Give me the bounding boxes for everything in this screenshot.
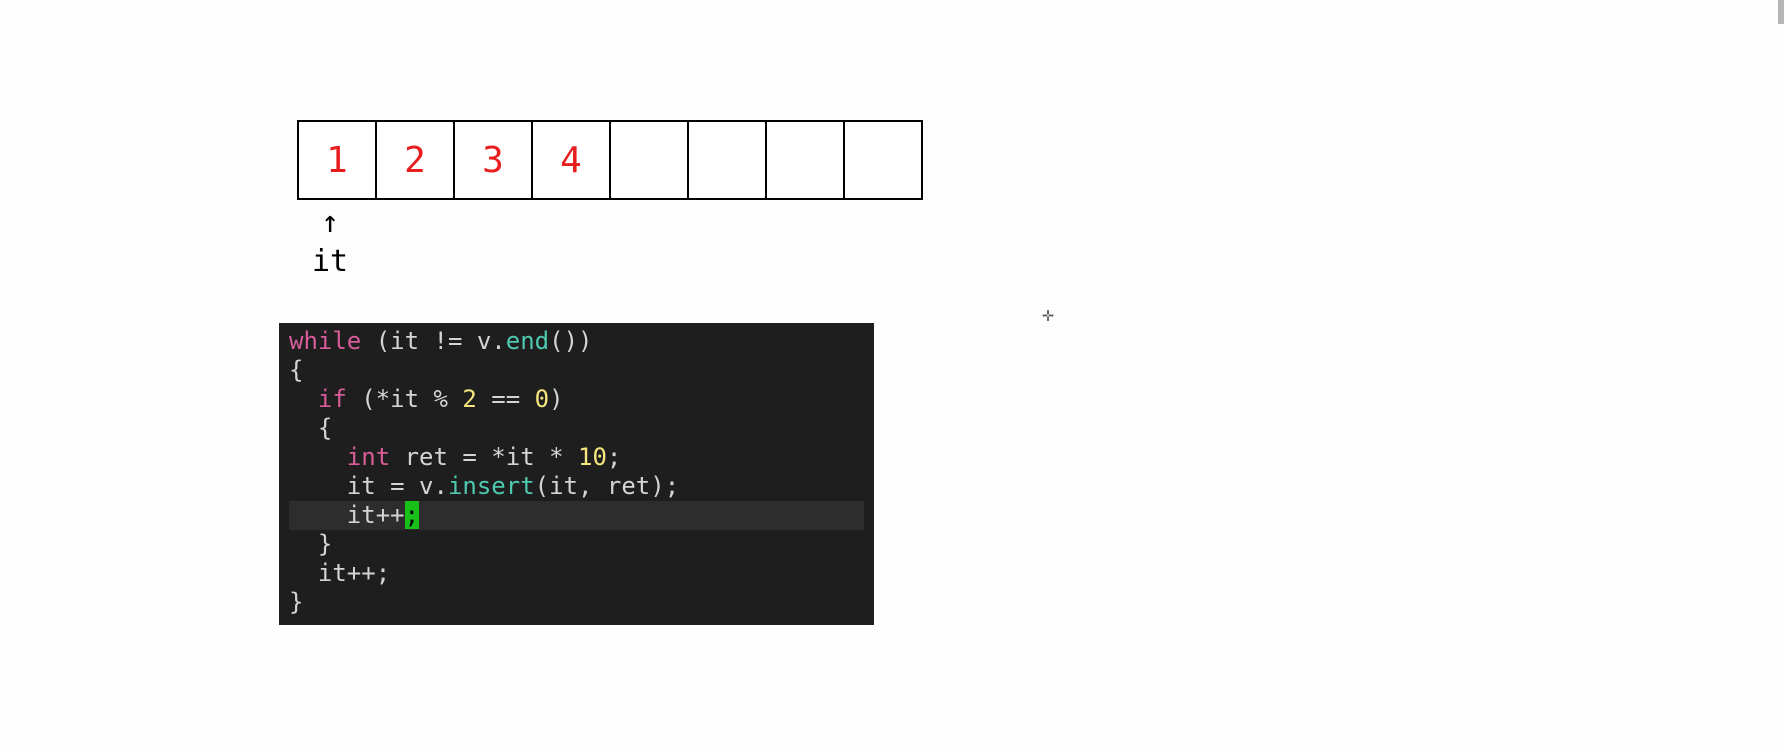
num-10: 10 [578,443,607,471]
code-text: != v. [419,327,506,355]
array-cell [611,122,689,198]
code-text: (it, ret); [535,472,680,500]
code-indent [289,385,318,413]
code-text: ) [549,385,563,413]
code-text: it [390,327,419,355]
text-cursor: ; [405,501,419,529]
highlighted-line: it++; [289,501,864,530]
array-cell: 3 [455,122,533,198]
code-text: } [289,588,303,616]
code-text: it = v. [347,472,448,500]
code-text: it++ [347,501,405,529]
code-indent [289,443,347,471]
code-indent [289,501,347,529]
pointer-label: it [312,244,348,279]
array-diagram: 1 2 3 4 [297,120,923,200]
code-text: it++; [318,559,390,587]
kw-int: int [347,443,390,471]
num-2: 2 [462,385,476,413]
array-cell: 4 [533,122,611,198]
code-indent [289,530,318,558]
scrollbar-thumb[interactable] [1778,0,1784,24]
arrow-up-icon: ↑ [321,208,339,238]
code-text: == [477,385,535,413]
code-text: ( [361,327,390,355]
code-indent [289,414,318,442]
code-text: { [318,414,332,442]
array-cell [845,122,921,198]
code-indent [289,472,347,500]
fn-end: end [506,327,549,355]
code-text: ret = *it * [390,443,578,471]
iterator-pointer: ↑ it [312,208,348,279]
code-block: while (it != v.end()) { if (*it % 2 == 0… [279,323,874,625]
code-text: { [289,356,303,384]
array-cell: 1 [299,122,377,198]
code-text: } [318,530,332,558]
code-text: ()) [549,327,592,355]
array-cell [689,122,767,198]
fn-insert: insert [448,472,535,500]
array-cell [767,122,845,198]
kw-if: if [318,385,347,413]
kw-while: while [289,327,361,355]
code-indent [289,559,318,587]
num-0: 0 [535,385,549,413]
crosshair-icon: ✛ [1042,302,1054,326]
code-text: ; [607,443,621,471]
code-text: (*it % [347,385,463,413]
array-cell: 2 [377,122,455,198]
